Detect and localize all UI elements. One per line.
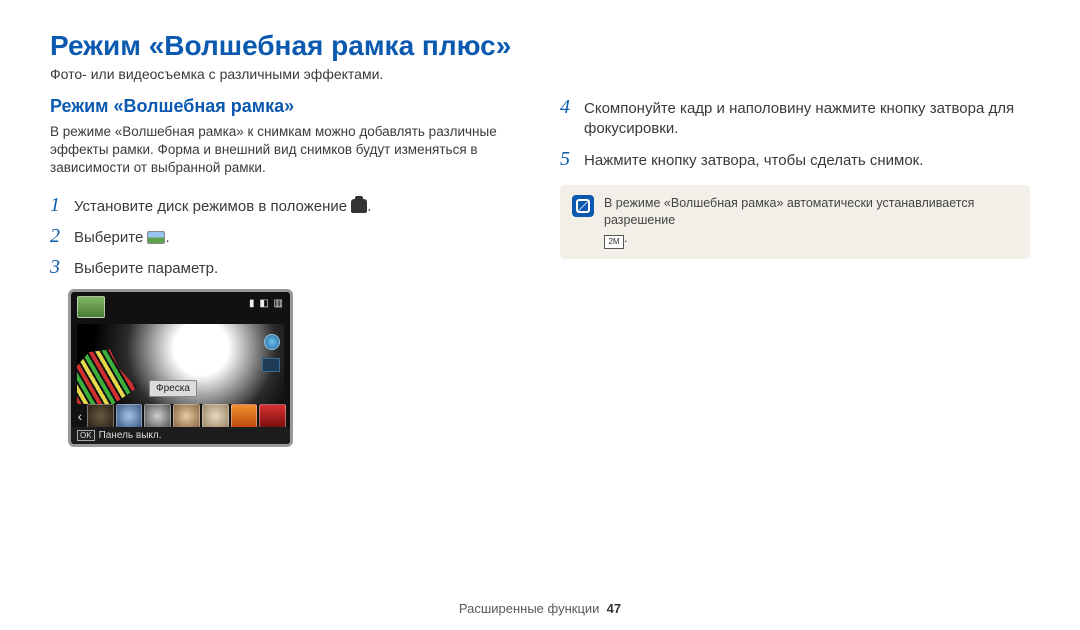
page-footer: Расширенные функции 47 [0, 601, 1080, 616]
section-title: Режим «Волшебная рамка» [50, 96, 520, 117]
globe-icon [264, 334, 280, 350]
step-4: 4 Скомпонуйте кадр и наполовину нажмите … [560, 96, 1030, 140]
step-5: 5 Нажмите кнопку затвора, чтобы сделать … [560, 148, 1030, 171]
effect-thumb [87, 404, 114, 428]
content-columns: Режим «Волшебная рамка» В режиме «Волшеб… [50, 96, 1030, 447]
effect-thumb [173, 404, 200, 428]
step-text: Выберите параметр. [74, 257, 218, 279]
step-text-post: . [367, 198, 371, 215]
note-text: В режиме «Волшебная рамка» автоматически… [604, 195, 1018, 249]
preview-artwork [77, 349, 137, 404]
step-text: Выберите . [74, 226, 170, 248]
section-intro: В режиме «Волшебная рамка» к снимкам мож… [50, 123, 520, 178]
ok-button-icon: OK [77, 430, 95, 441]
effect-thumb [202, 404, 229, 428]
effect-label: Фреска [149, 380, 197, 397]
note-text-body: В режиме «Волшебная рамка» автоматически… [604, 196, 974, 228]
effect-thumb [231, 404, 258, 428]
step-number: 3 [50, 256, 64, 279]
step-3: 3 Выберите параметр. [50, 256, 520, 279]
note-period: . [624, 231, 627, 245]
footer-section: Расширенные функции [459, 601, 600, 616]
camera-mode-icon [351, 199, 367, 213]
bottom-bar: OK Панель выкл. [71, 427, 290, 444]
step-text: Нажмите кнопку затвора, чтобы сделать сн… [584, 149, 923, 171]
chevron-left-icon: ‹ [75, 404, 85, 428]
note-icon [572, 195, 594, 217]
step-number: 1 [50, 194, 64, 217]
step-number: 5 [560, 148, 574, 171]
resolution-icon: 2M [604, 235, 624, 249]
left-column: Режим «Волшебная рамка» В режиме «Волшеб… [50, 96, 520, 447]
bottom-bar-text: Панель выкл. [99, 430, 162, 441]
step-number: 4 [560, 96, 574, 119]
page-title: Режим «Волшебная рамка плюс» [50, 30, 1030, 62]
camera-screen-mock: ▮ ◧ ▥ Фреска ‹ OK Панель выкл. [68, 289, 293, 447]
effect-thumb [116, 404, 143, 428]
landscape-mode-icon [147, 231, 165, 244]
step-text: Установите диск режимов в положение . [74, 195, 371, 217]
footer-page-number: 47 [607, 601, 621, 616]
effect-thumbnails: ‹ [75, 404, 286, 428]
effect-thumb [259, 404, 286, 428]
effect-thumb [144, 404, 171, 428]
page-subtitle: Фото- или видеосъемка с различными эффек… [50, 66, 1030, 82]
step-text-pre: Выберите [74, 229, 147, 246]
panel-icon [262, 358, 280, 372]
step-text: Скомпонуйте кадр и наполовину нажмите кн… [584, 97, 1030, 140]
step-text-pre: Установите диск режимов в положение [74, 198, 351, 215]
status-icons: ▮ ◧ ▥ [249, 298, 284, 309]
step-text-post: . [165, 229, 169, 246]
mode-indicator-icon [77, 296, 105, 318]
step-number: 2 [50, 225, 64, 248]
step-2: 2 Выберите . [50, 225, 520, 248]
step-1: 1 Установите диск режимов в положение . [50, 194, 520, 217]
note-box: В режиме «Волшебная рамка» автоматически… [560, 185, 1030, 259]
right-column: 4 Скомпонуйте кадр и наполовину нажмите … [560, 96, 1030, 447]
